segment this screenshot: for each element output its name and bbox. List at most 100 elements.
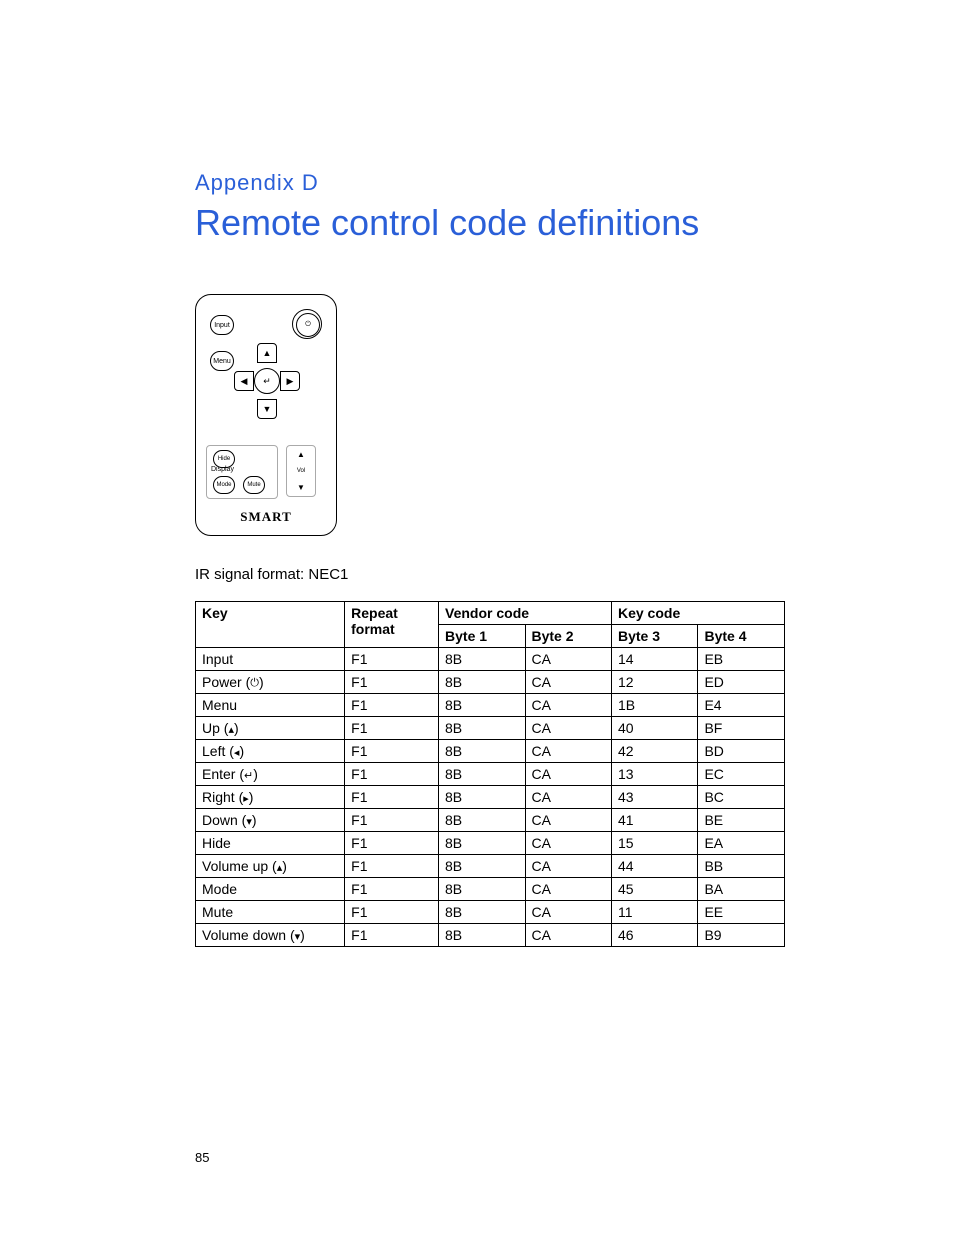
- cell-b3: 42: [611, 740, 697, 763]
- cell-key: Left (◂): [196, 740, 345, 763]
- cell-key: Volume up (▴): [196, 855, 345, 878]
- cell-key: Down (▾): [196, 809, 345, 832]
- table-row: Power (⏻)F18BCA12ED: [196, 671, 785, 694]
- cell-b1: 8B: [439, 694, 525, 717]
- dpad-left-icon: ◀: [234, 371, 254, 391]
- cell-b3: 46: [611, 924, 697, 947]
- cell-b4: EA: [698, 832, 785, 855]
- code-table: Key Repeat format Vendor code Key code B…: [195, 601, 785, 947]
- cell-b3: 1B: [611, 694, 697, 717]
- cell-rpt: F1: [345, 924, 439, 947]
- th-repeat-line1: Repeat: [351, 605, 398, 621]
- cell-b2: CA: [525, 786, 611, 809]
- cell-b4: ED: [698, 671, 785, 694]
- cell-b2: CA: [525, 901, 611, 924]
- cell-key: Mode: [196, 878, 345, 901]
- cell-rpt: F1: [345, 809, 439, 832]
- table-row: Enter (↵)F18BCA13EC: [196, 763, 785, 786]
- cell-b2: CA: [525, 855, 611, 878]
- table-row: Down (▾)F18BCA41BE: [196, 809, 785, 832]
- cell-key: Mute: [196, 901, 345, 924]
- remote-mode-button: Mode: [213, 476, 235, 494]
- cell-b1: 8B: [439, 878, 525, 901]
- cell-rpt: F1: [345, 832, 439, 855]
- cell-key: Menu: [196, 694, 345, 717]
- dpad-right-icon: ▶: [280, 371, 300, 391]
- table-row: Up (▴)F18BCA40BF: [196, 717, 785, 740]
- cell-b4: BB: [698, 855, 785, 878]
- table-row: MuteF18BCA11EE: [196, 901, 785, 924]
- cell-b1: 8B: [439, 901, 525, 924]
- cell-b2: CA: [525, 740, 611, 763]
- cell-b2: CA: [525, 717, 611, 740]
- cell-b1: 8B: [439, 832, 525, 855]
- table-row: ModeF18BCA45BA: [196, 878, 785, 901]
- cell-rpt: F1: [345, 786, 439, 809]
- power-icon: ⏻: [296, 313, 320, 337]
- cell-b3: 44: [611, 855, 697, 878]
- th-byte2: Byte 2: [525, 625, 611, 648]
- cell-rpt: F1: [345, 763, 439, 786]
- cell-b3: 14: [611, 648, 697, 671]
- dpad-up-icon: ▲: [257, 343, 277, 363]
- page-number: 85: [195, 1150, 209, 1165]
- cell-b1: 8B: [439, 717, 525, 740]
- cell-b3: 45: [611, 878, 697, 901]
- vol-up-icon: ▲: [297, 450, 305, 459]
- cell-key: Enter (↵): [196, 763, 345, 786]
- cell-b4: EC: [698, 763, 785, 786]
- cell-rpt: F1: [345, 901, 439, 924]
- document-page: Appendix D Remote control code definitio…: [0, 0, 954, 1235]
- cell-rpt: F1: [345, 717, 439, 740]
- remote-mute-button: Mute: [243, 476, 265, 494]
- cell-rpt: F1: [345, 740, 439, 763]
- remote-input-button: Input: [210, 315, 234, 335]
- dpad-enter-icon: ↵: [254, 368, 280, 394]
- cell-rpt: F1: [345, 878, 439, 901]
- cell-b2: CA: [525, 763, 611, 786]
- cell-key: Right (▸): [196, 786, 345, 809]
- cell-b4: BC: [698, 786, 785, 809]
- table-row: HideF18BCA15EA: [196, 832, 785, 855]
- th-vendor: Vendor code: [439, 602, 612, 625]
- remote-volume-group: ▲ Vol ▼: [286, 445, 316, 497]
- cell-b3: 40: [611, 717, 697, 740]
- th-byte4: Byte 4: [698, 625, 785, 648]
- cell-rpt: F1: [345, 694, 439, 717]
- cell-b2: CA: [525, 924, 611, 947]
- cell-rpt: F1: [345, 855, 439, 878]
- th-keycode: Key code: [611, 602, 784, 625]
- vol-down-icon: ▼: [297, 483, 305, 492]
- cell-rpt: F1: [345, 671, 439, 694]
- page-title: Remote control code definitions: [195, 202, 854, 244]
- cell-b3: 15: [611, 832, 697, 855]
- cell-b1: 8B: [439, 786, 525, 809]
- cell-b4: BF: [698, 717, 785, 740]
- cell-b3: 11: [611, 901, 697, 924]
- th-byte3: Byte 3: [611, 625, 697, 648]
- th-byte1: Byte 1: [439, 625, 525, 648]
- table-row: MenuF18BCA1BE4: [196, 694, 785, 717]
- cell-key: Power (⏻): [196, 671, 345, 694]
- cell-b1: 8B: [439, 924, 525, 947]
- cell-key: Input: [196, 648, 345, 671]
- cell-b2: CA: [525, 878, 611, 901]
- table-row: Volume down (▾)F18BCA46B9: [196, 924, 785, 947]
- cell-b4: BD: [698, 740, 785, 763]
- table-row: InputF18BCA14EB: [196, 648, 785, 671]
- remote-vol-label: Vol: [297, 468, 305, 474]
- cell-b3: 43: [611, 786, 697, 809]
- cell-b2: CA: [525, 832, 611, 855]
- table-row: Volume up (▴)F18BCA44BB: [196, 855, 785, 878]
- cell-b1: 8B: [439, 740, 525, 763]
- cell-key: Volume down (▾): [196, 924, 345, 947]
- cell-b1: 8B: [439, 648, 525, 671]
- th-repeat-line2: format: [351, 621, 395, 637]
- remote-lower-group: Hide Display Mode Mute: [206, 445, 278, 499]
- cell-b4: BA: [698, 878, 785, 901]
- th-repeat: Repeat format: [345, 602, 439, 648]
- cell-b4: B9: [698, 924, 785, 947]
- cell-b2: CA: [525, 671, 611, 694]
- table-row: Right (▸)F18BCA43BC: [196, 786, 785, 809]
- remote-power-button: ⏻: [292, 309, 322, 339]
